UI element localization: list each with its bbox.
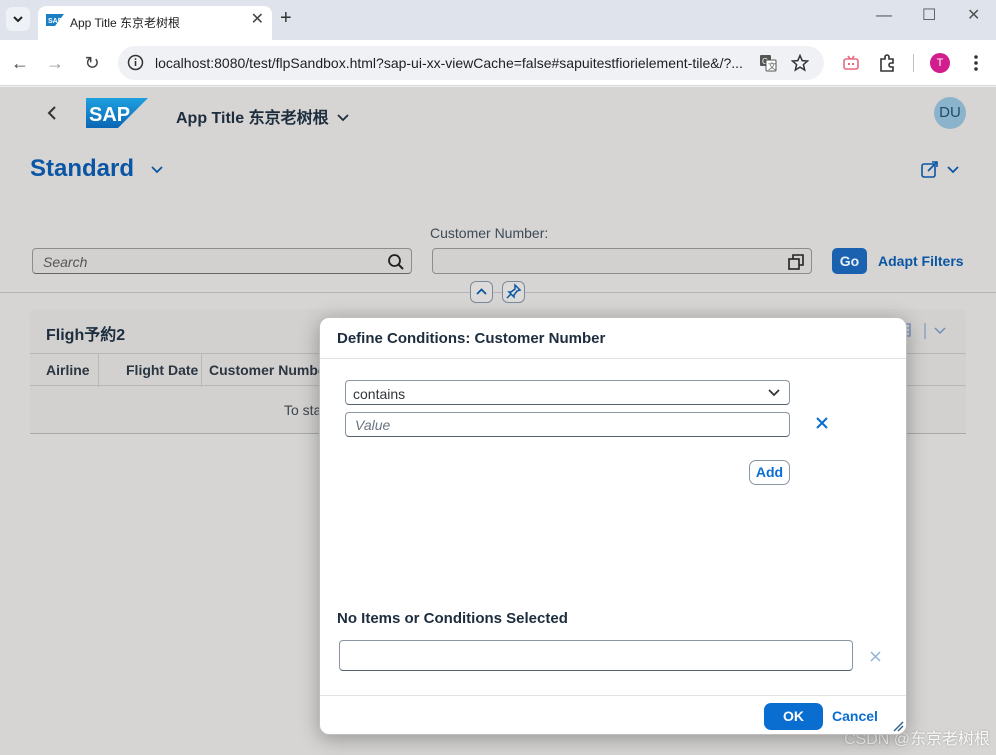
profile-avatar[interactable]: T: [930, 53, 950, 73]
go-button[interactable]: Go: [832, 248, 867, 274]
pin-header-button[interactable]: [502, 281, 525, 303]
dialog-footer-divider: [320, 695, 906, 696]
dialog-header-divider: [320, 358, 906, 359]
column-separator: [98, 354, 99, 387]
column-header-customer-number[interactable]: Customer Number: [209, 362, 331, 378]
chevron-up-icon: [476, 288, 487, 295]
chevron-down-icon: [768, 389, 780, 397]
customer-number-filter-input[interactable]: [432, 248, 812, 274]
minimize-icon[interactable]: —: [876, 8, 892, 24]
cancel-button[interactable]: Cancel: [832, 708, 878, 724]
no-data-text: To sta: [284, 402, 322, 418]
table-title: Fligh予約2: [46, 327, 126, 344]
pin-icon: [506, 283, 522, 299]
collapse-header-button[interactable]: [470, 281, 493, 303]
more-menu-icon[interactable]: [968, 53, 984, 73]
sap-favicon-icon: SAP: [46, 14, 64, 26]
chevron-down-icon: [13, 16, 23, 23]
resize-handle-icon[interactable]: [892, 720, 904, 732]
search-icon[interactable]: [387, 253, 405, 271]
shell-bar: SAP App Title 东京老树根 DU: [0, 87, 996, 139]
define-conditions-dialog: Define Conditions: Customer Number conta…: [319, 317, 907, 735]
forward-arrow-icon[interactable]: →: [45, 53, 65, 73]
header-divider: [0, 292, 996, 293]
operator-value: contains: [353, 386, 406, 402]
condition-value-input[interactable]: [345, 412, 790, 437]
translate-icon[interactable]: G文: [759, 54, 777, 72]
variant-chevron-down-icon[interactable]: [151, 165, 163, 175]
extension-tv-icon[interactable]: [842, 54, 860, 72]
adapt-filters-button[interactable]: Adapt Filters: [878, 253, 964, 269]
new-tab-icon[interactable]: +: [280, 8, 292, 28]
back-arrow-icon[interactable]: ←: [10, 53, 30, 73]
browser-toolbar: ← → ↻ localhost:8080/test/flpSandbox.htm…: [0, 40, 996, 86]
extensions-puzzle-icon[interactable]: [877, 53, 897, 73]
sap-logo-text: SAP: [89, 104, 130, 126]
sap-logo[interactable]: SAP: [86, 98, 148, 128]
add-condition-button[interactable]: Add: [749, 460, 790, 485]
chevron-down-icon: [337, 114, 349, 122]
url-text: localhost:8080/test/flpSandbox.html?sap-…: [155, 55, 743, 71]
variant-title[interactable]: Standard: [30, 155, 134, 183]
tab-search-button[interactable]: [6, 7, 30, 31]
browser-tab-bar: SAP App Title 东京老树根 ✕ + — ☐ ✕: [0, 0, 996, 40]
close-window-icon[interactable]: ✕: [967, 8, 980, 24]
address-bar[interactable]: localhost:8080/test/flpSandbox.html?sap-…: [118, 46, 824, 80]
back-navigation-icon[interactable]: [44, 103, 60, 123]
app-title-menu[interactable]: App Title 东京老树根: [176, 104, 349, 128]
search-placeholder: Search: [43, 254, 88, 270]
clear-all-icon[interactable]: [870, 651, 881, 662]
operator-select[interactable]: contains: [345, 380, 790, 405]
customer-number-label: Customer Number:: [430, 225, 549, 241]
selected-conditions-tokenizer[interactable]: [339, 640, 853, 671]
toolbar-divider: [913, 54, 914, 72]
user-avatar[interactable]: DU: [934, 97, 966, 129]
bookmark-star-icon[interactable]: [791, 54, 809, 72]
column-separator: [201, 354, 202, 387]
selected-conditions-heading: No Items or Conditions Selected: [337, 610, 568, 627]
value-help-icon[interactable]: [787, 253, 805, 271]
site-info-icon[interactable]: [127, 54, 144, 71]
maximize-icon[interactable]: ☐: [922, 8, 936, 24]
remove-condition-icon[interactable]: [815, 416, 829, 430]
dialog-title: Define Conditions: Customer Number: [337, 330, 606, 347]
condition-value-field[interactable]: [346, 413, 789, 436]
table-settings-icon[interactable]: [900, 321, 950, 341]
column-header-airline[interactable]: Airline: [46, 362, 90, 378]
svg-text:文: 文: [768, 61, 776, 71]
search-input[interactable]: Search: [32, 248, 412, 274]
svg-text:SAP: SAP: [48, 18, 63, 25]
share-icon[interactable]: [920, 159, 960, 181]
close-tab-icon[interactable]: ✕: [251, 12, 264, 28]
reload-icon[interactable]: ↻: [82, 53, 102, 73]
browser-tab[interactable]: SAP App Title 东京老树根 ✕: [38, 6, 272, 40]
column-header-flight-date[interactable]: Flight Date: [126, 362, 198, 378]
tab-title: App Title 东京老树根: [70, 16, 181, 30]
ok-button[interactable]: OK: [764, 703, 823, 730]
app-title: App Title 东京老树根: [176, 110, 329, 127]
